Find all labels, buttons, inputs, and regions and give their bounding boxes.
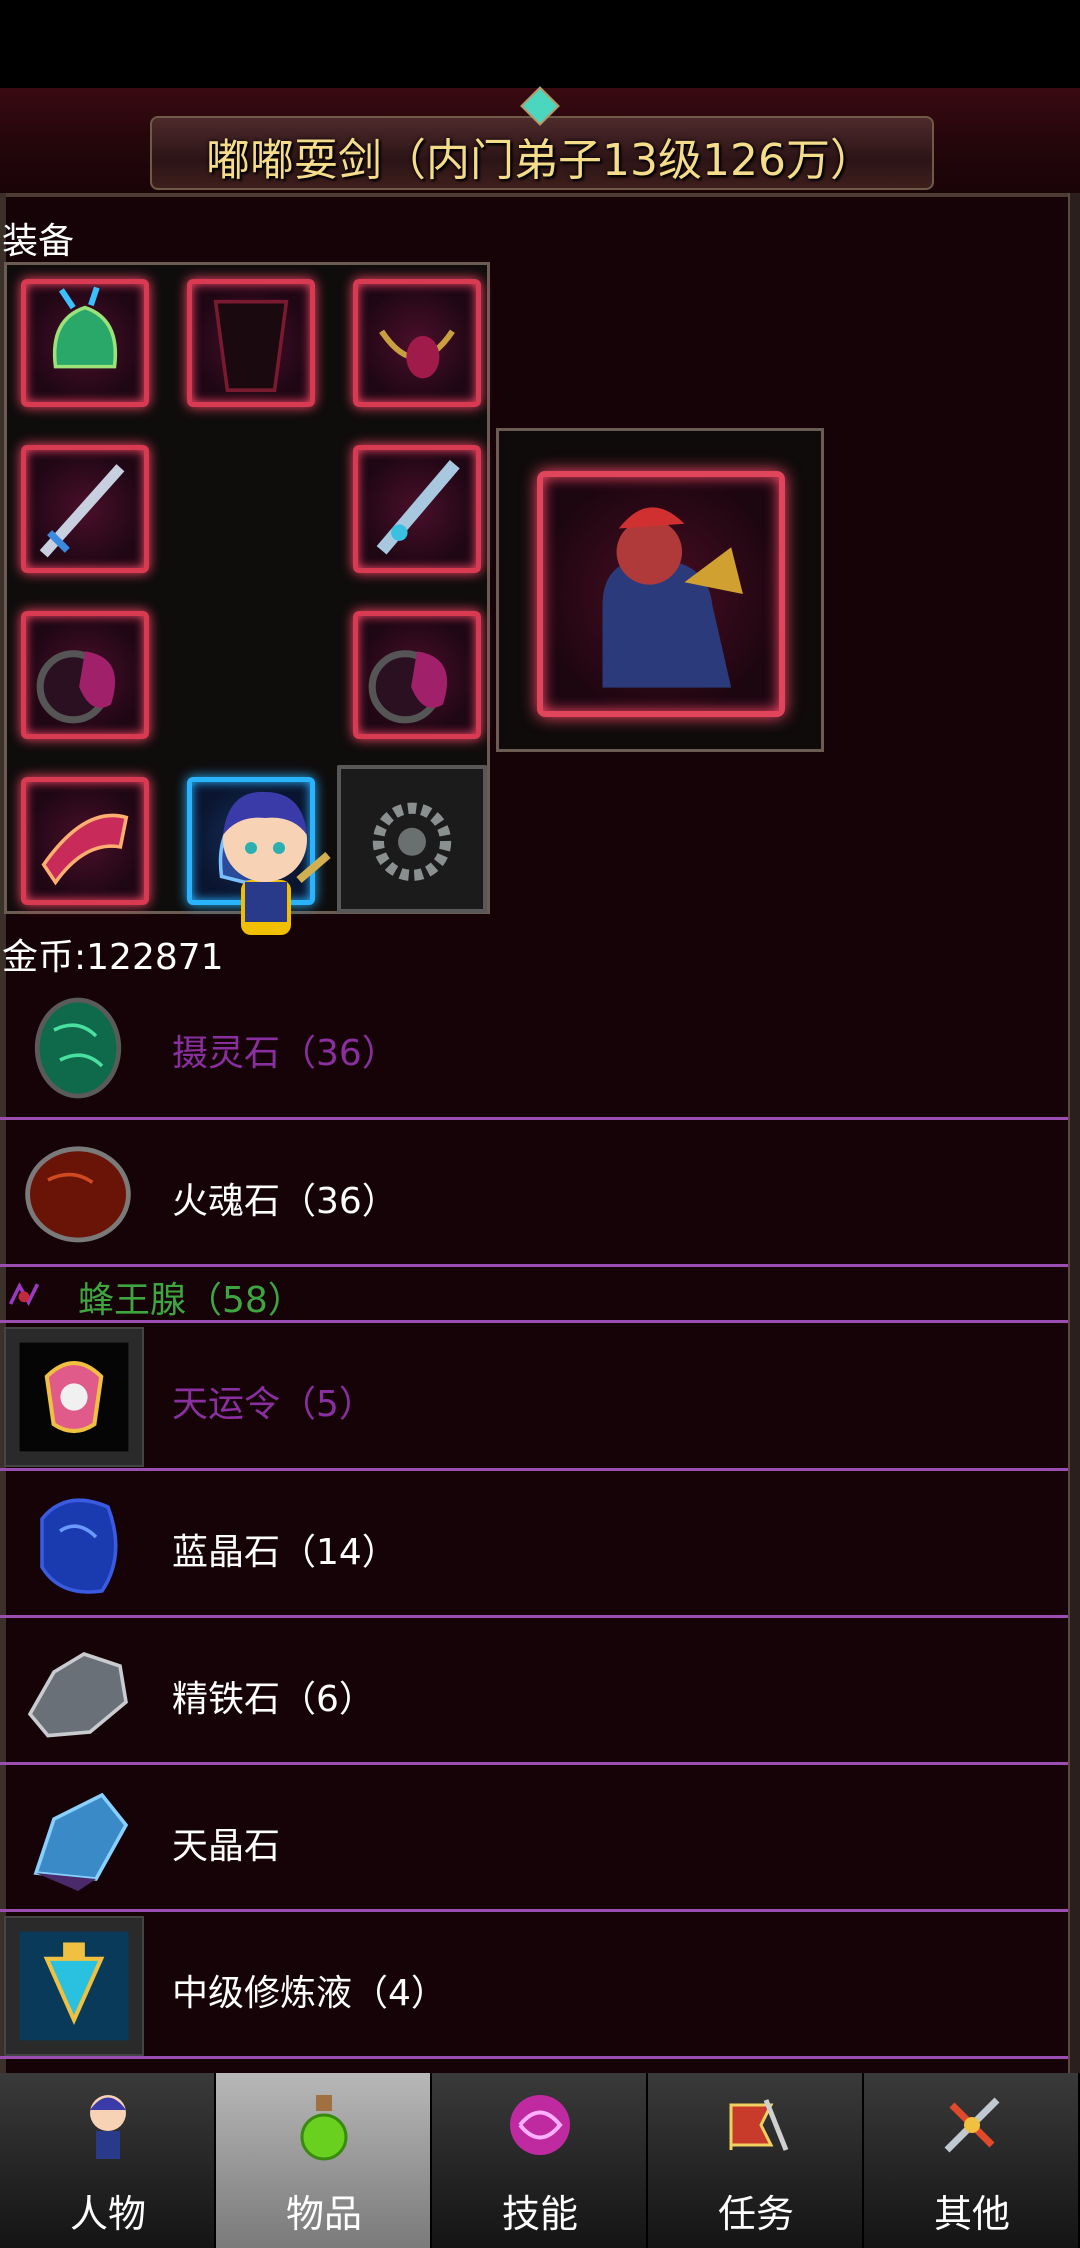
page-title: 嘟嘟耍剑（内门弟子13级126万） <box>206 135 874 186</box>
bee-gland-icon <box>8 1282 40 1307</box>
list-item[interactable]: 天运令（5） <box>0 1323 1068 1471</box>
sword-icon <box>39 464 125 558</box>
red-stone-icon <box>25 1146 131 1243</box>
item-label: 蓝晶石（14） <box>172 1532 398 1573</box>
bottom-tab-bar: 人物 物品 技能 任务 其他 <box>0 2073 1080 2248</box>
equip-slot-necklace[interactable] <box>353 279 481 407</box>
pet-panel <box>496 428 824 752</box>
boots-icon <box>368 650 448 724</box>
equip-slot-weapon[interactable] <box>21 445 149 573</box>
quest-banner-icon <box>729 2099 789 2151</box>
potion-icon <box>300 2095 348 2161</box>
pet-slot[interactable] <box>537 471 785 717</box>
bead-bracelet-icon <box>372 802 452 881</box>
list-item[interactable]: 天晶石 <box>0 1765 1068 1912</box>
training-liquid-icon <box>4 1916 144 2056</box>
equip-slot-cape[interactable] <box>187 279 315 407</box>
list-item[interactable]: 摄灵石（36） <box>0 972 1068 1120</box>
armor-icon <box>36 650 116 724</box>
necklace-icon <box>379 329 455 379</box>
crossed-swords-icon <box>944 2097 1000 2153</box>
item-label: 精铁石（6） <box>172 1679 375 1720</box>
equip-slot-helmet[interactable] <box>21 279 149 407</box>
fortune-token-icon <box>4 1327 144 1467</box>
equip-slot-belt[interactable] <box>21 777 149 905</box>
sky-crystal-icon <box>33 1792 129 1891</box>
tab-label: 技能 <box>501 2192 578 2236</box>
helmet-icon <box>52 286 118 369</box>
item-label: 摄灵石（36） <box>172 1033 398 1074</box>
iron-ore-icon <box>27 1652 128 1738</box>
tab-quests[interactable]: 任务 <box>648 2073 864 2248</box>
character-icon <box>90 2095 126 2159</box>
tab-other[interactable]: 其他 <box>864 2073 1080 2248</box>
item-label: 天运令（5） <box>172 1384 375 1425</box>
blade-icon <box>376 459 460 555</box>
equip-slot-accessory[interactable] <box>337 765 487 913</box>
tab-label: 物品 <box>285 2192 362 2236</box>
item-label: 中级修炼液（4） <box>172 1973 447 2014</box>
tab-label: 任务 <box>717 2192 794 2236</box>
tab-label: 其他 <box>933 2192 1010 2236</box>
tab-items[interactable]: 物品 <box>216 2073 432 2248</box>
status-bar <box>0 0 1080 88</box>
list-item[interactable]: 蓝晶石（14） <box>0 1471 1068 1618</box>
equipment-section-label: 装备 <box>2 221 75 262</box>
equip-slot-offhand[interactable] <box>353 445 481 573</box>
green-stone-icon <box>34 997 122 1099</box>
tab-label: 人物 <box>69 2192 146 2236</box>
title-bar: 嘟嘟耍剑（内门弟子13级126万） <box>0 86 1080 197</box>
equipment-panel <box>4 262 490 935</box>
cape-icon <box>213 299 289 392</box>
equip-slot-armor[interactable] <box>21 611 149 739</box>
character-avatar <box>223 791 331 935</box>
beast-pet-icon <box>602 507 743 688</box>
tab-character[interactable]: 人物 <box>0 2073 216 2248</box>
list-item[interactable]: 精铁石（6） <box>0 1618 1068 1765</box>
belt-icon <box>41 813 129 886</box>
scrollbar[interactable] <box>1068 193 1080 2073</box>
list-item[interactable]: 蜂王腺（58） <box>0 1267 1068 1323</box>
item-label: 蜂王腺（58） <box>78 1280 304 1321</box>
equip-slot-boots[interactable] <box>353 611 481 739</box>
list-item[interactable]: 火魂石（36） <box>0 1120 1068 1267</box>
tab-skills[interactable]: 技能 <box>432 2073 648 2248</box>
item-label: 天晶石 <box>172 1826 281 1867</box>
blue-crystal-icon <box>40 1498 118 1594</box>
item-label: 火魂石（36） <box>172 1181 398 1222</box>
skill-orb-icon <box>510 2095 570 2155</box>
inventory-list: 摄灵石（36） 火魂石（36） 蜂王腺（58） 天运令（5） 蓝晶石（14） 精… <box>0 972 1068 2059</box>
list-item[interactable]: 中级修炼液（4） <box>0 1912 1068 2059</box>
